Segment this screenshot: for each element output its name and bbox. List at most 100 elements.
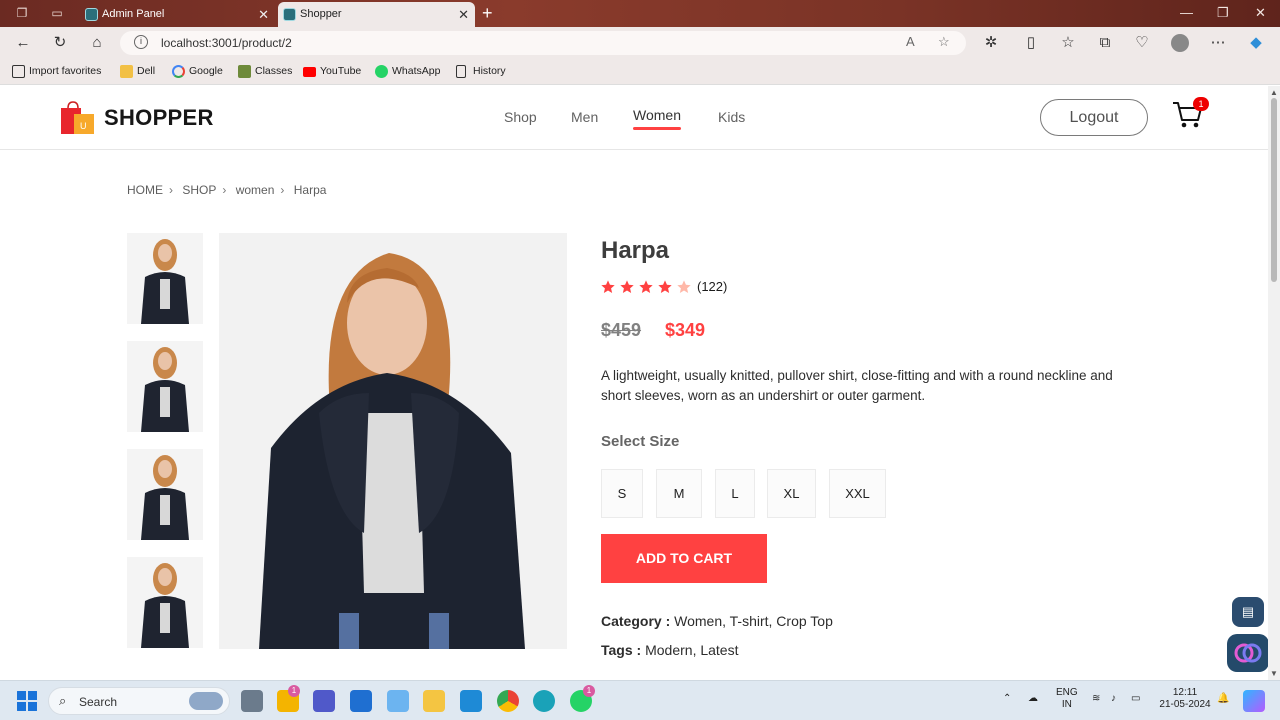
whatsapp-icon xyxy=(375,65,388,78)
maximize-icon[interactable]: ❐ xyxy=(1217,5,1229,21)
active-nav-underline xyxy=(633,127,681,130)
product-thumbnail[interactable] xyxy=(127,557,203,648)
nav-shop[interactable]: Shop xyxy=(504,109,537,125)
battery-icon[interactable]: ▭ xyxy=(1131,693,1140,705)
size-option-xxl[interactable]: XXL xyxy=(829,469,886,518)
wifi-icon[interactable]: ≋ xyxy=(1092,693,1100,705)
notification-bell-icon[interactable]: 🔔 xyxy=(1217,693,1229,705)
back-icon[interactable]: ← xyxy=(14,34,32,52)
more-menu-icon[interactable]: ⋯ xyxy=(1209,34,1227,52)
cart-count-badge: 1 xyxy=(1193,97,1209,111)
bookmark-import-favorites[interactable]: Import favorites xyxy=(12,65,101,78)
size-option-l[interactable]: L xyxy=(715,469,755,518)
category-line: Category : Women, T-shirt, Crop Top xyxy=(601,613,833,629)
add-to-cart-button[interactable]: ADD TO CART xyxy=(601,534,767,583)
extensions-icon[interactable]: ✲ xyxy=(982,34,1000,52)
tab-shopper[interactable]: Shopper ✕ xyxy=(278,2,475,27)
tray-chevron-icon[interactable]: ⌃ xyxy=(1003,693,1011,705)
search-icon: ⌕ xyxy=(59,693,67,708)
vscode-icon[interactable] xyxy=(460,690,482,712)
favorite-star-icon[interactable]: ☆ xyxy=(938,34,950,50)
windows-start-icon[interactable] xyxy=(16,690,38,712)
edge-icon[interactable] xyxy=(533,690,555,712)
scroll-down-icon[interactable]: ▼ xyxy=(1270,669,1278,678)
bookmark-label: Import favorites xyxy=(29,65,102,77)
refresh-icon[interactable]: ↻ xyxy=(51,34,69,52)
shopping-bag-logo-icon: U xyxy=(61,101,94,134)
select-size-label: Select Size xyxy=(601,433,680,450)
new-tab-icon[interactable]: + xyxy=(482,3,493,23)
bookmark-youtube[interactable]: YouTube xyxy=(303,65,361,78)
tags-value: Modern, Latest xyxy=(645,642,739,658)
info-icon[interactable]: i xyxy=(134,35,148,49)
language-code: ENG xyxy=(1056,687,1078,698)
product-thumbnail[interactable] xyxy=(127,449,203,540)
breadcrumb-home[interactable]: HOME xyxy=(127,183,163,197)
windows-taskbar: ⌕ Search 1 1 ⌃ ☁ ENG IN ≋ ♪ ▭ 12:11 21-05-… xyxy=(0,680,1280,720)
close-tab-icon[interactable]: ✕ xyxy=(458,2,469,27)
size-option-xl[interactable]: XL xyxy=(767,469,816,518)
copilot-brain-icon[interactable] xyxy=(1227,634,1268,672)
read-aloud-icon[interactable]: A xyxy=(906,34,915,49)
size-option-m[interactable]: M xyxy=(656,469,702,518)
home-icon[interactable]: ⌂ xyxy=(88,34,106,52)
language-indicator[interactable]: ENG IN xyxy=(1056,687,1078,711)
bookmark-history[interactable]: History xyxy=(456,65,506,78)
widgets-badge: 1 xyxy=(288,685,300,697)
address-bar[interactable]: i localhost:3001/product/2 A ☆ xyxy=(120,31,966,55)
region-code: IN xyxy=(1061,699,1072,710)
product-thumbnail[interactable] xyxy=(127,233,203,324)
close-tab-icon[interactable]: ✕ xyxy=(258,2,269,27)
scroll-up-icon[interactable]: ▲ xyxy=(1270,88,1278,97)
taskbar-search-label: Search xyxy=(79,695,118,709)
react-favicon-icon xyxy=(85,8,98,21)
workspaces-icon[interactable]: ❐ xyxy=(14,6,30,20)
tab-actions-icon[interactable]: ▭ xyxy=(49,6,65,20)
star-filled-icon xyxy=(658,280,672,293)
page-viewport: U SHOPPER Shop Men Women Kids Logout 1 H… xyxy=(0,86,1268,680)
chrome-icon[interactable] xyxy=(497,690,519,712)
file-explorer-icon[interactable] xyxy=(423,690,445,712)
breadcrumb-category[interactable]: women xyxy=(236,183,275,197)
size-option-s[interactable]: S xyxy=(601,469,643,518)
logout-button[interactable]: Logout xyxy=(1040,99,1148,136)
task-view-icon[interactable] xyxy=(241,690,263,712)
copilot-taskbar-icon[interactable] xyxy=(1243,690,1265,712)
tab-admin-panel[interactable]: Admin Panel ✕ xyxy=(80,2,275,27)
nav-kids[interactable]: Kids xyxy=(718,109,745,125)
clock[interactable]: 12:11 21-05-2024 xyxy=(1156,687,1214,711)
teams-icon[interactable] xyxy=(313,690,335,712)
clock-date: 21-05-2024 xyxy=(1159,699,1211,710)
favorites-icon[interactable]: ☆ xyxy=(1059,34,1077,52)
product-thumbnail[interactable] xyxy=(127,341,203,432)
close-window-icon[interactable]: ✕ xyxy=(1255,5,1266,21)
scrollbar-thumb[interactable] xyxy=(1271,98,1277,282)
onedrive-icon[interactable]: ☁ xyxy=(1028,693,1038,705)
collections-icon[interactable]: ⧉ xyxy=(1096,34,1114,52)
page-scrollbar[interactable]: ▲ ▼ xyxy=(1268,86,1280,680)
url-text[interactable]: localhost:3001/product/2 xyxy=(161,36,292,50)
minimize-icon[interactable]: — xyxy=(1180,5,1193,20)
mail-icon[interactable] xyxy=(350,690,372,712)
nav-women[interactable]: Women xyxy=(633,107,681,123)
split-screen-icon[interactable]: ▯ xyxy=(1022,34,1040,52)
bookmark-google[interactable]: Google xyxy=(172,65,223,78)
nav-men[interactable]: Men xyxy=(571,109,598,125)
chevron-right-icon: › xyxy=(280,183,285,197)
address-toolbar: ← ↻ ⌂ i localhost:3001/product/2 A ☆ ✲ ▯… xyxy=(0,27,1280,59)
performance-icon[interactable]: ♡ xyxy=(1133,34,1151,52)
profile-avatar[interactable] xyxy=(1171,34,1189,52)
breadcrumb-shop[interactable]: SHOP xyxy=(182,183,216,197)
bookmark-whatsapp[interactable]: WhatsApp xyxy=(375,65,440,78)
bookmark-classes[interactable]: Classes xyxy=(238,65,292,78)
store-icon[interactable] xyxy=(387,690,409,712)
brand-name[interactable]: SHOPPER xyxy=(104,105,214,131)
immersive-reader-icon[interactable]: ▤ xyxy=(1232,597,1264,627)
taskbar-search[interactable]: ⌕ Search xyxy=(48,687,230,715)
chevron-right-icon: › xyxy=(169,183,173,197)
bookmark-label: Classes xyxy=(255,65,293,77)
bookmark-dell[interactable]: Dell xyxy=(120,65,155,78)
copilot-icon[interactable]: ◆ xyxy=(1247,34,1265,52)
volume-icon[interactable]: ♪ xyxy=(1111,693,1116,705)
star-filled-icon xyxy=(639,280,653,293)
